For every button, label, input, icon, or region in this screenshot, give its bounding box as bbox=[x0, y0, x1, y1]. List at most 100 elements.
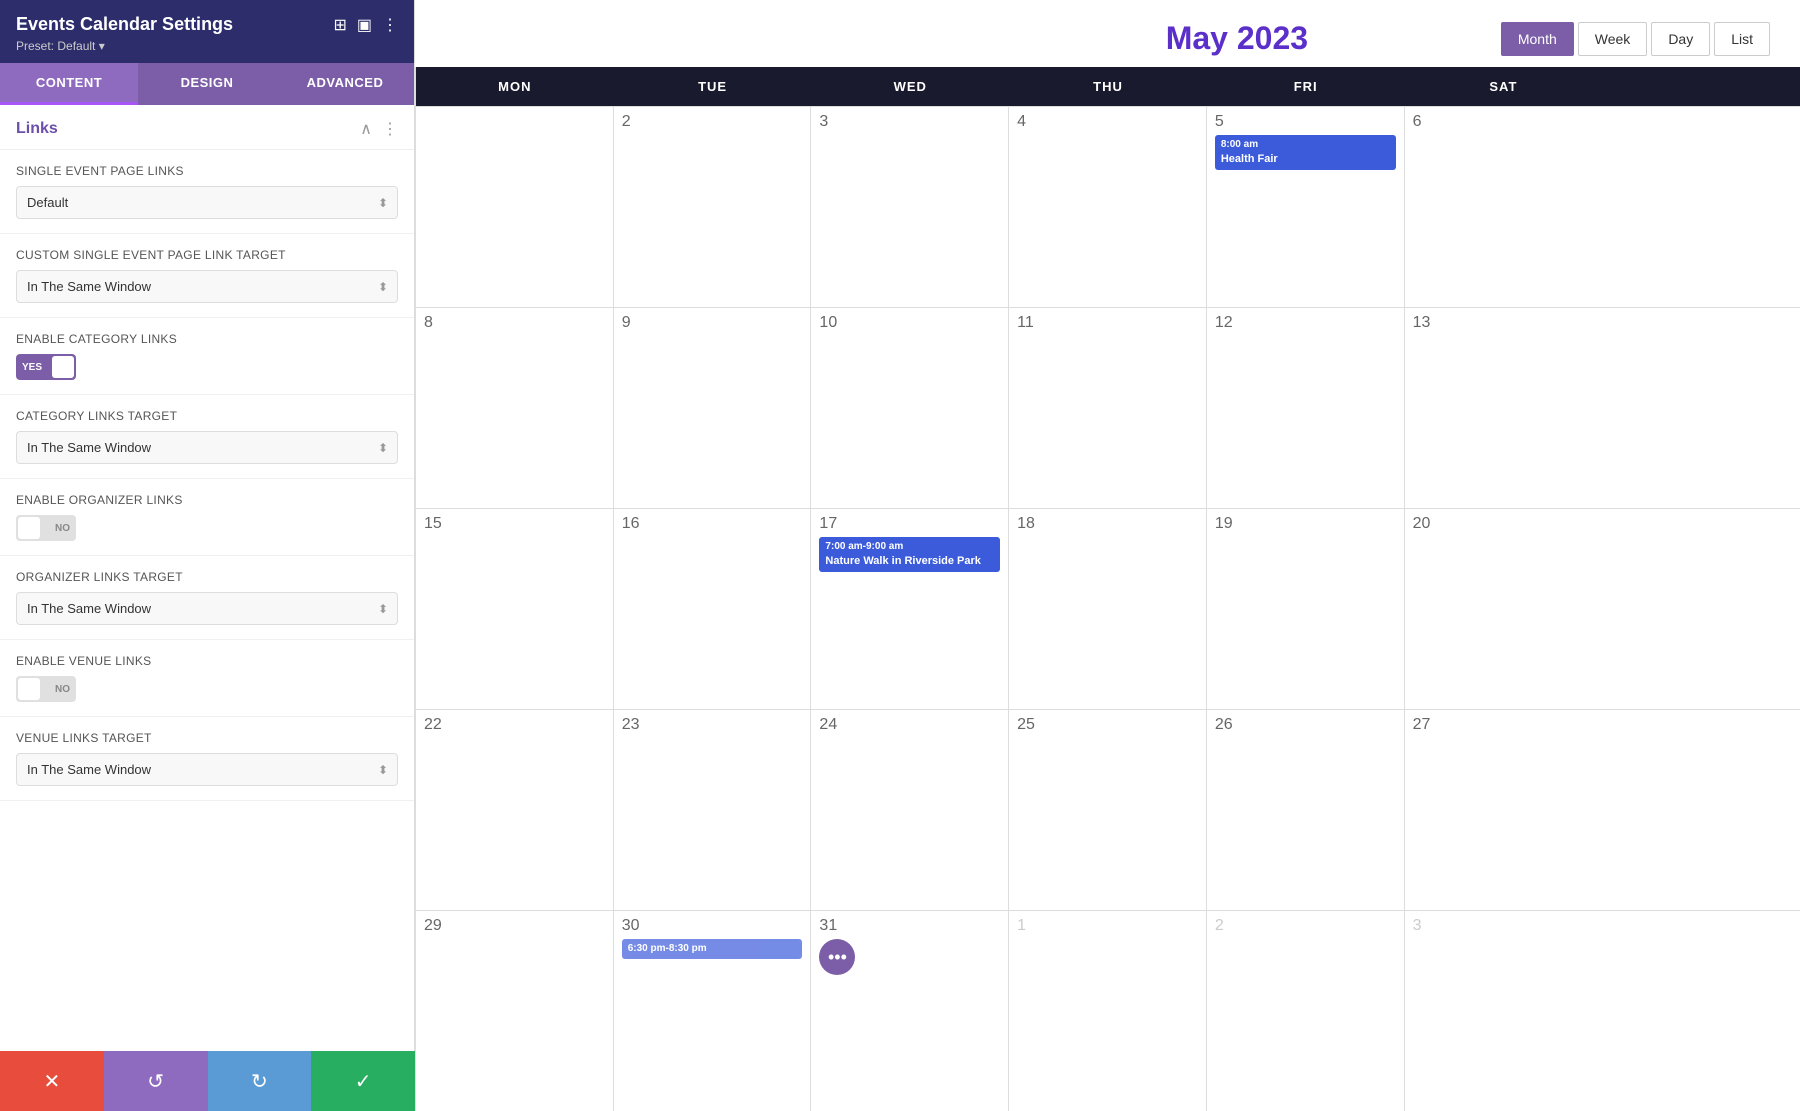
single-event-page-links-group: Single Event Page Links Default Custom bbox=[0, 150, 414, 234]
settings-panel: Events Calendar Settings ⊞ ▣ ⋮ Preset: D… bbox=[0, 0, 415, 1111]
view-list-button[interactable]: List bbox=[1714, 22, 1770, 56]
section-header-icons: ∧ ⋮ bbox=[360, 119, 398, 139]
enable-category-links-label: Enable Category Links bbox=[16, 332, 398, 346]
enable-venue-toggle-row: NO bbox=[16, 676, 398, 702]
venue-links-target-select[interactable]: In The Same Window In A New Window bbox=[16, 753, 398, 786]
more-options-icon[interactable]: ⋮ bbox=[382, 15, 398, 35]
day-header-thu: THU bbox=[1009, 67, 1207, 106]
save-button[interactable]: ✓ bbox=[311, 1051, 415, 1111]
layout-icon[interactable]: ▣ bbox=[357, 15, 372, 35]
undo-button[interactable]: ↺ bbox=[104, 1051, 208, 1111]
more-events-button[interactable]: ••• bbox=[819, 939, 855, 975]
category-links-target-select-wrapper: In The Same Window In A New Window bbox=[16, 431, 398, 464]
enable-category-links-group: Enable Category Links YES bbox=[0, 318, 414, 395]
calendar-title: May 2023 bbox=[973, 20, 1501, 57]
custom-single-event-group: Custom Single Event Page Link Target In … bbox=[0, 234, 414, 318]
event-nature-walk[interactable]: 7:00 am-9:00 am Nature Walk in Riverside… bbox=[819, 537, 1000, 572]
enable-organizer-links-label: Enable Organizer Links bbox=[16, 493, 398, 507]
cell-date: 6 bbox=[1413, 113, 1595, 131]
calendar-header: May 2023 Month Week Day List bbox=[415, 0, 1800, 67]
venue-links-target-label: Venue Links Target bbox=[16, 731, 398, 745]
calendar-week-1: 2 3 4 5 8:00 am Health Fair 6 bbox=[416, 106, 1800, 307]
panel-content: Links ∧ ⋮ Single Event Page Links Defaul… bbox=[0, 105, 414, 1111]
calendar-cell-may10: 10 bbox=[811, 308, 1009, 508]
calendar-cell-may20: 20 bbox=[1405, 509, 1603, 709]
toggle-on-label: YES bbox=[22, 362, 42, 373]
calendar-cell-may6: 6 bbox=[1405, 107, 1603, 307]
organizer-links-target-select[interactable]: In The Same Window In A New Window bbox=[16, 592, 398, 625]
cancel-button[interactable]: ✕ bbox=[0, 1051, 104, 1111]
enable-organizer-toggle[interactable]: NO bbox=[16, 515, 76, 541]
calendar-cell-may12: 12 bbox=[1207, 308, 1405, 508]
save-icon: ✓ bbox=[355, 1069, 372, 1094]
custom-single-event-select[interactable]: In The Same Window In A New Window bbox=[16, 270, 398, 303]
day-header-sat: SAT bbox=[1405, 67, 1603, 106]
toggle-knob-venue bbox=[18, 678, 40, 700]
calendar-cell-may18: 18 bbox=[1009, 509, 1207, 709]
calendar-week-5: 29 30 6:30 pm-8:30 pm 31 ••• 1 bbox=[416, 910, 1800, 1111]
view-month-button[interactable]: Month bbox=[1501, 22, 1574, 56]
enable-category-toggle[interactable]: YES bbox=[16, 354, 76, 380]
calendar-grid: MON TUE WED THU FRI SAT 2 3 4 bbox=[415, 67, 1800, 1111]
event-name: Health Fair bbox=[1221, 152, 1390, 167]
bottom-bar: ✕ ↺ ↻ ✓ bbox=[0, 1051, 415, 1111]
cell-date: 3 bbox=[1413, 917, 1595, 935]
calendar-panel: May 2023 Month Week Day List MON TUE WED… bbox=[415, 0, 1800, 1111]
enable-venue-toggle[interactable]: NO bbox=[16, 676, 76, 702]
event-health-fair[interactable]: 8:00 am Health Fair bbox=[1215, 135, 1396, 170]
calendar-cell-may19: 19 bbox=[1207, 509, 1405, 709]
tab-design[interactable]: Design bbox=[138, 63, 276, 105]
calendar-cell-may4: 4 bbox=[1009, 107, 1207, 307]
organizer-links-target-group: Organizer Links Target In The Same Windo… bbox=[0, 556, 414, 640]
calendar-cell-may8: 8 bbox=[416, 308, 614, 508]
cell-date: 2 bbox=[1215, 917, 1396, 935]
single-event-select[interactable]: Default Custom bbox=[16, 186, 398, 219]
cell-date: 2 bbox=[622, 113, 803, 131]
redo-button[interactable]: ↻ bbox=[208, 1051, 312, 1111]
cell-date: 22 bbox=[424, 716, 605, 734]
calendar-week-4: 22 23 24 25 26 27 bbox=[416, 709, 1800, 910]
cell-date: 26 bbox=[1215, 716, 1396, 734]
view-week-button[interactable]: Week bbox=[1578, 22, 1648, 56]
calendar-cell-may29: 29 bbox=[416, 911, 614, 1111]
category-links-target-select[interactable]: In The Same Window In A New Window bbox=[16, 431, 398, 464]
enable-organizer-toggle-row: NO bbox=[16, 515, 398, 541]
panel-preset[interactable]: Preset: Default ▾ bbox=[16, 39, 398, 53]
event-june-630[interactable]: 6:30 pm-8:30 pm bbox=[622, 939, 803, 959]
organizer-links-target-label: Organizer Links Target bbox=[16, 570, 398, 584]
collapse-icon[interactable]: ∧ bbox=[360, 119, 372, 139]
expand-icon[interactable]: ⊞ bbox=[333, 15, 346, 35]
cell-date: 19 bbox=[1215, 515, 1396, 533]
panel-title: Events Calendar Settings bbox=[16, 14, 233, 35]
more-events-icon: ••• bbox=[828, 947, 847, 968]
cell-date: 12 bbox=[1215, 314, 1396, 332]
cell-date: 18 bbox=[1017, 515, 1198, 533]
enable-venue-links-label: Enable Venue Links bbox=[16, 654, 398, 668]
calendar-cell-may24: 24 bbox=[811, 710, 1009, 910]
calendar-cell-may13: 13 bbox=[1405, 308, 1603, 508]
calendar-cell-may31: 31 ••• bbox=[811, 911, 1009, 1111]
cell-date: 25 bbox=[1017, 716, 1198, 734]
single-event-select-wrapper: Default Custom bbox=[16, 186, 398, 219]
cell-date: 17 bbox=[819, 515, 1000, 533]
cell-date: 9 bbox=[622, 314, 803, 332]
toggle-off-label-organizer: NO bbox=[55, 523, 70, 534]
calendar-cell-may16: 16 bbox=[614, 509, 812, 709]
calendar-week-2: 8 9 10 11 12 13 bbox=[416, 307, 1800, 508]
calendar-cell-may23: 23 bbox=[614, 710, 812, 910]
view-day-button[interactable]: Day bbox=[1651, 22, 1710, 56]
cell-date: 30 bbox=[622, 917, 803, 935]
tab-advanced[interactable]: Advanced bbox=[276, 63, 414, 105]
cell-date: 8 bbox=[424, 314, 605, 332]
event-time: 8:00 am bbox=[1221, 138, 1390, 152]
venue-links-target-group: Venue Links Target In The Same Window In… bbox=[0, 717, 414, 801]
calendar-cell-may30: 30 6:30 pm-8:30 pm bbox=[614, 911, 812, 1111]
day-header-fri: FRI bbox=[1207, 67, 1405, 106]
panel-tabs: Content Design Advanced bbox=[0, 63, 414, 105]
venue-links-target-select-wrapper: In The Same Window In A New Window bbox=[16, 753, 398, 786]
tab-content[interactable]: Content bbox=[0, 63, 138, 105]
cell-date: 11 bbox=[1017, 314, 1198, 332]
section-more-icon[interactable]: ⋮ bbox=[382, 119, 398, 139]
cell-date: 31 bbox=[819, 917, 1000, 935]
cell-date: 4 bbox=[1017, 113, 1198, 131]
